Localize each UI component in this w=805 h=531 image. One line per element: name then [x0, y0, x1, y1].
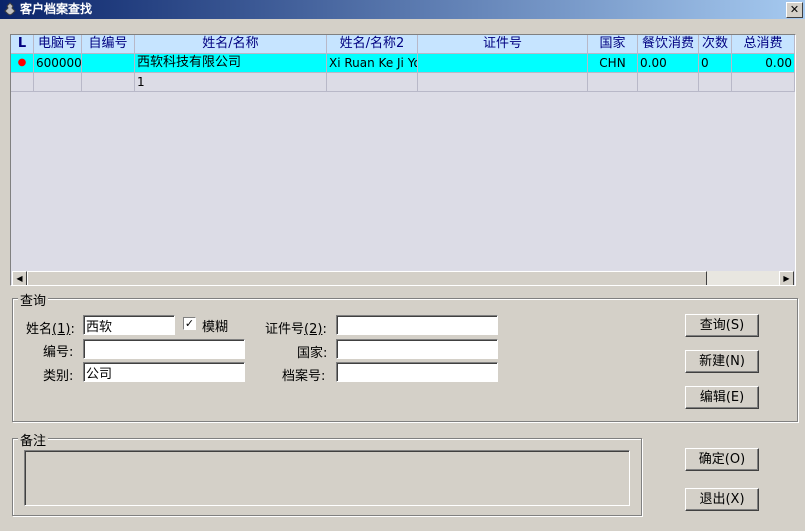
cell-computer-no: 6000004: [34, 54, 82, 73]
arrow-left-icon: ◀: [16, 274, 23, 283]
column-header-computer-no[interactable]: 电脑号: [34, 35, 82, 54]
cell-total: 0.00: [732, 54, 795, 73]
column-header-name2[interactable]: 姓名/名称2: [327, 35, 418, 54]
country-label: 国家:: [297, 346, 328, 361]
cell-id-no: [418, 73, 588, 92]
name-label: 姓名(1):: [26, 322, 75, 337]
cell-country: [588, 73, 638, 92]
cell-id-no: [418, 54, 588, 73]
remarks-group-label: 备注: [18, 430, 49, 449]
cell-dining: [638, 73, 699, 92]
column-header-self-no[interactable]: 自编号: [82, 35, 135, 54]
exit-button[interactable]: 退出(X): [685, 488, 759, 511]
fuzzy-checkbox[interactable]: ✓: [183, 317, 196, 330]
cell-count: [699, 73, 732, 92]
scroll-left-button[interactable]: ◀: [12, 271, 27, 285]
arrow-right-icon: ▶: [783, 274, 790, 283]
cell-self-no: [82, 73, 135, 92]
cell-name: 1: [135, 73, 327, 92]
name-input[interactable]: [83, 315, 175, 335]
ok-button[interactable]: 确定(O): [685, 448, 759, 471]
cell-country: CHN: [588, 54, 638, 73]
country-input[interactable]: [336, 339, 498, 359]
id-label-text: 证件号: [265, 322, 305, 337]
name-label-hotkey: (1): [52, 322, 71, 337]
scroll-right-button[interactable]: ▶: [779, 271, 794, 285]
archive-input[interactable]: [336, 362, 498, 382]
title-bar: 客户档案查找 ✕: [0, 0, 805, 19]
new-button[interactable]: 新建(N): [685, 350, 759, 373]
column-header-id-no[interactable]: 证件号: [418, 35, 588, 54]
cell-name2: Xi Ruan Ke Ji Yo: [327, 54, 418, 73]
edit-button[interactable]: 编辑(E): [685, 386, 759, 409]
horizontal-scrollbar[interactable]: ◀ ▶: [12, 271, 794, 285]
column-header-name[interactable]: 姓名/名称: [135, 35, 327, 54]
app-icon: [4, 2, 16, 16]
row-marker: [11, 73, 34, 92]
column-header-dining[interactable]: 餐饮消费: [638, 35, 699, 54]
cell-count: 0: [699, 54, 732, 73]
window-title: 客户档案查找: [20, 2, 93, 16]
customer-grid[interactable]: L 电脑号 自编号 姓名/名称 姓名/名称2 证件号 国家 餐饮消费 次数 总消…: [10, 34, 796, 286]
name-label-text: 姓名: [26, 322, 53, 337]
column-header-total[interactable]: 总消费: [732, 35, 795, 54]
archive-label: 档案号:: [282, 369, 326, 384]
category-label: 类别:: [43, 369, 74, 384]
check-icon: ✓: [184, 317, 195, 330]
id-label-hotkey: (2): [304, 322, 323, 337]
query-group-label: 查询: [18, 290, 49, 309]
cell-self-no: [82, 54, 135, 73]
column-header-l[interactable]: L: [11, 35, 34, 54]
cell-name: 西软科技有限公司: [135, 54, 327, 73]
row-marker: ●: [11, 54, 34, 73]
close-button[interactable]: ✕: [786, 2, 803, 18]
close-icon: ✕: [789, 3, 800, 16]
id-label: 证件号(2):: [265, 322, 327, 337]
column-header-count[interactable]: 次数: [699, 35, 732, 54]
cell-name2: [327, 73, 418, 92]
cell-dining: 0.00: [638, 54, 699, 73]
column-header-country[interactable]: 国家: [588, 35, 638, 54]
number-input[interactable]: [83, 339, 245, 359]
id-input[interactable]: [336, 315, 498, 335]
search-button[interactable]: 查询(S): [685, 314, 759, 337]
remarks-textarea[interactable]: [24, 450, 630, 506]
fuzzy-label: 模糊: [202, 320, 229, 335]
cell-computer-no: [34, 73, 82, 92]
number-label: 编号:: [43, 345, 74, 360]
category-input[interactable]: [83, 362, 245, 382]
scroll-thumb[interactable]: [27, 271, 707, 285]
cell-total: [732, 73, 795, 92]
